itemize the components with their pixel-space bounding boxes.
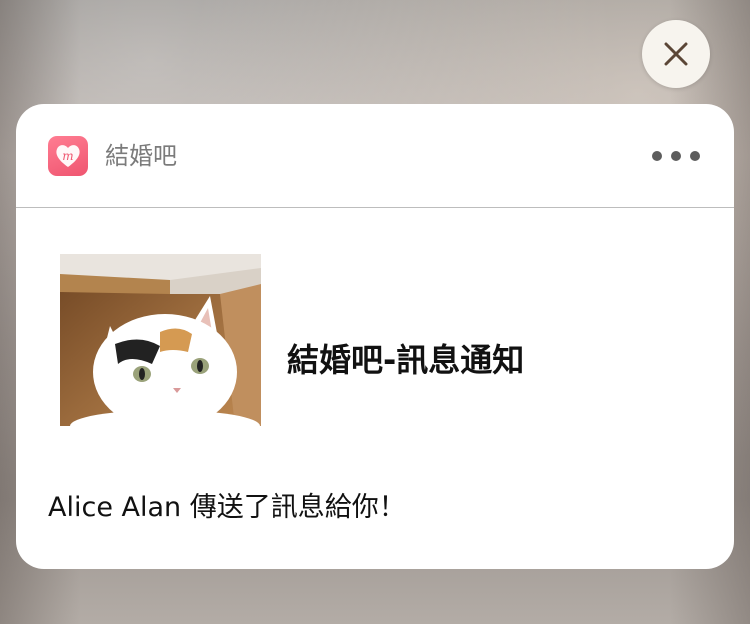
app-name: 結婚吧 (105, 142, 177, 170)
notification-header: m 結婚吧 (16, 104, 734, 208)
svg-text:m: m (62, 149, 73, 163)
cat-photo (60, 254, 261, 426)
notification-body: Alice Alan 傳送了訊息給你！ (48, 492, 406, 523)
more-icon (671, 151, 681, 161)
more-icon (690, 151, 700, 161)
app-logo-icon: m (48, 136, 88, 176)
notification-title: 結婚吧-訊息通知 (287, 341, 525, 379)
notification-card[interactable]: m 結婚吧 結婚吧-訊息通知 Alice Alan 傳送了訊息給你！ (16, 104, 734, 569)
more-icon (652, 151, 662, 161)
close-icon (664, 42, 688, 66)
close-button[interactable] (642, 20, 710, 88)
more-options-button[interactable] (644, 140, 708, 172)
notification-screen: m 結婚吧 結婚吧-訊息通知 Alice Alan 傳送了訊息給你！ (0, 0, 750, 624)
